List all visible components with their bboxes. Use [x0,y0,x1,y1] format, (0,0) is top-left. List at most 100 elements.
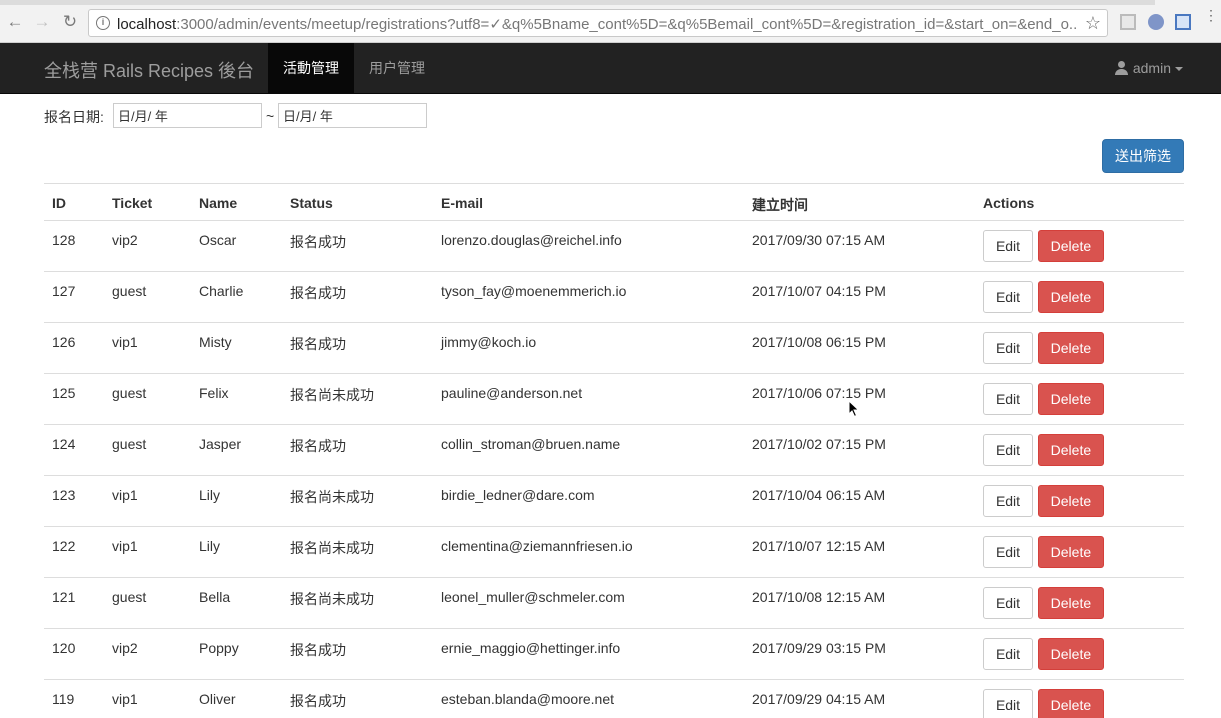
edit-button[interactable]: Edit [983,230,1033,262]
extension-icon[interactable] [1120,14,1136,30]
cell-actions: Edit Delete [975,577,1184,629]
delete-button[interactable]: Delete [1037,587,1104,619]
table-row: 125 guest Felix 报名尚未成功 pauline@anderson.net 2… [44,373,1184,425]
cell-actions: Edit Delete [975,373,1184,425]
edit-button[interactable]: Edit [983,587,1033,619]
address-bar[interactable]: i localhost:3000/admin/events/meetup/reg… [88,9,1108,37]
cell-created: 2017/10/04 06:15 AM [744,475,975,527]
start-date-input[interactable] [113,103,262,128]
cell-email: leonel_muller@schmeler.com [433,577,744,629]
url-text[interactable]: localhost:3000/admin/events/meetup/regis… [117,15,1077,33]
url-path: :3000/admin/events/meetup/registrations?… [176,16,1077,33]
date-separator: ~ [266,108,275,124]
reload-icon[interactable]: ↻ [60,12,80,32]
extension-screen-icon[interactable] [1175,14,1191,30]
cell-ticket: vip2 [104,220,191,272]
nav-users[interactable]: 用户管理 [354,43,440,93]
url-host: localhost [117,16,177,33]
delete-button[interactable]: Delete [1037,332,1104,364]
cell-created: 2017/09/29 03:15 PM [744,628,975,680]
browser-menu-icon[interactable]: ⋮ [1204,8,1218,22]
cell-actions: Edit Delete [975,526,1184,578]
cell-id: 122 [44,526,104,578]
end-date-input[interactable] [278,103,427,128]
cell-status: 报名成功 [282,679,433,718]
cell-name: Bella [191,577,282,629]
header-email: E-mail [433,183,744,221]
cell-actions: Edit Delete [975,220,1184,272]
header-actions: Actions [975,183,1184,221]
cell-email: birdie_ledner@dare.com [433,475,744,527]
tab-strip [0,0,1221,5]
table-row: 121 guest Bella 报名尚未成功 leonel_muller@schmele… [44,577,1184,629]
edit-button[interactable]: Edit [983,332,1033,364]
cell-name: Oliver [191,679,282,718]
cell-name: Felix [191,373,282,425]
user-name: admin [1132,60,1171,76]
table-row: 120 vip2 Poppy 报名成功 ernie_maggio@hettinger.i… [44,628,1184,680]
cell-id: 126 [44,322,104,374]
cell-ticket: guest [104,424,191,476]
cell-status: 报名尚未成功 [282,577,433,629]
header-ticket: Ticket [104,183,191,221]
cell-actions: Edit Delete [975,679,1184,718]
cell-email: clementina@ziemannfriesen.io [433,526,744,578]
submit-filter-button[interactable]: 送出筛选 [1102,139,1184,173]
cell-name: Misty [191,322,282,374]
extension-globe-icon[interactable] [1148,14,1164,30]
cell-status: 报名尚未成功 [282,373,433,425]
registrations-table: ID Ticket Name Status E-mail 建立时间 Action… [44,183,1184,718]
delete-button[interactable]: Delete [1037,536,1104,568]
delete-button[interactable]: Delete [1037,230,1104,262]
edit-button[interactable]: Edit [983,485,1033,517]
cell-ticket: vip1 [104,679,191,718]
table-header-row: ID Ticket Name Status E-mail 建立时间 Action… [44,183,1184,221]
cell-status: 报名成功 [282,271,433,323]
delete-button[interactable]: Delete [1037,383,1104,415]
header-id: ID [44,183,104,221]
header-name: Name [191,183,282,221]
edit-button[interactable]: Edit [983,281,1033,313]
edit-button[interactable]: Edit [983,638,1033,670]
cell-name: Lily [191,526,282,578]
top-navbar: 全栈营 Rails Recipes 後台 活動管理 用户管理 admin [0,43,1221,94]
cell-actions: Edit Delete [975,475,1184,527]
cell-actions: Edit Delete [975,628,1184,680]
nav-events[interactable]: 活動管理 [268,43,354,93]
cell-email: pauline@anderson.net [433,373,744,425]
cell-actions: Edit Delete [975,424,1184,476]
header-status: Status [282,183,433,221]
bookmark-star-icon[interactable]: ☆ [1085,13,1101,34]
browser-tab[interactable] [1155,0,1221,5]
cell-ticket: guest [104,373,191,425]
table-row: 122 vip1 Lily 报名尚未成功 clementina@ziemannfries… [44,526,1184,578]
cell-email: esteban.blanda@moore.net [433,679,744,718]
cell-id: 128 [44,220,104,272]
delete-button[interactable]: Delete [1037,485,1104,517]
cell-ticket: guest [104,577,191,629]
delete-button[interactable]: Delete [1037,689,1104,718]
edit-button[interactable]: Edit [983,434,1033,466]
header-created: 建立时间 [744,183,975,221]
back-icon[interactable]: ← [5,12,25,32]
browser-toolbar: ← → ↻ i localhost:3000/admin/events/meet… [0,0,1221,43]
forward-icon[interactable]: → [32,12,52,32]
delete-button[interactable]: Delete [1037,638,1104,670]
delete-button[interactable]: Delete [1037,281,1104,313]
info-icon[interactable]: i [96,16,110,30]
cell-id: 119 [44,679,104,718]
user-menu[interactable]: admin [1114,43,1183,93]
cell-actions: Edit Delete [975,322,1184,374]
cell-status: 报名成功 [282,424,433,476]
cell-id: 120 [44,628,104,680]
edit-button[interactable]: Edit [983,689,1033,718]
delete-button[interactable]: Delete [1037,434,1104,466]
cell-status: 报名尚未成功 [282,526,433,578]
edit-button[interactable]: Edit [983,383,1033,415]
cell-id: 127 [44,271,104,323]
cell-created: 2017/10/02 07:15 PM [744,424,975,476]
cell-ticket: vip2 [104,628,191,680]
edit-button[interactable]: Edit [983,536,1033,568]
brand-title[interactable]: 全栈营 Rails Recipes 後台 [44,57,254,83]
cell-email: lorenzo.douglas@reichel.info [433,220,744,272]
